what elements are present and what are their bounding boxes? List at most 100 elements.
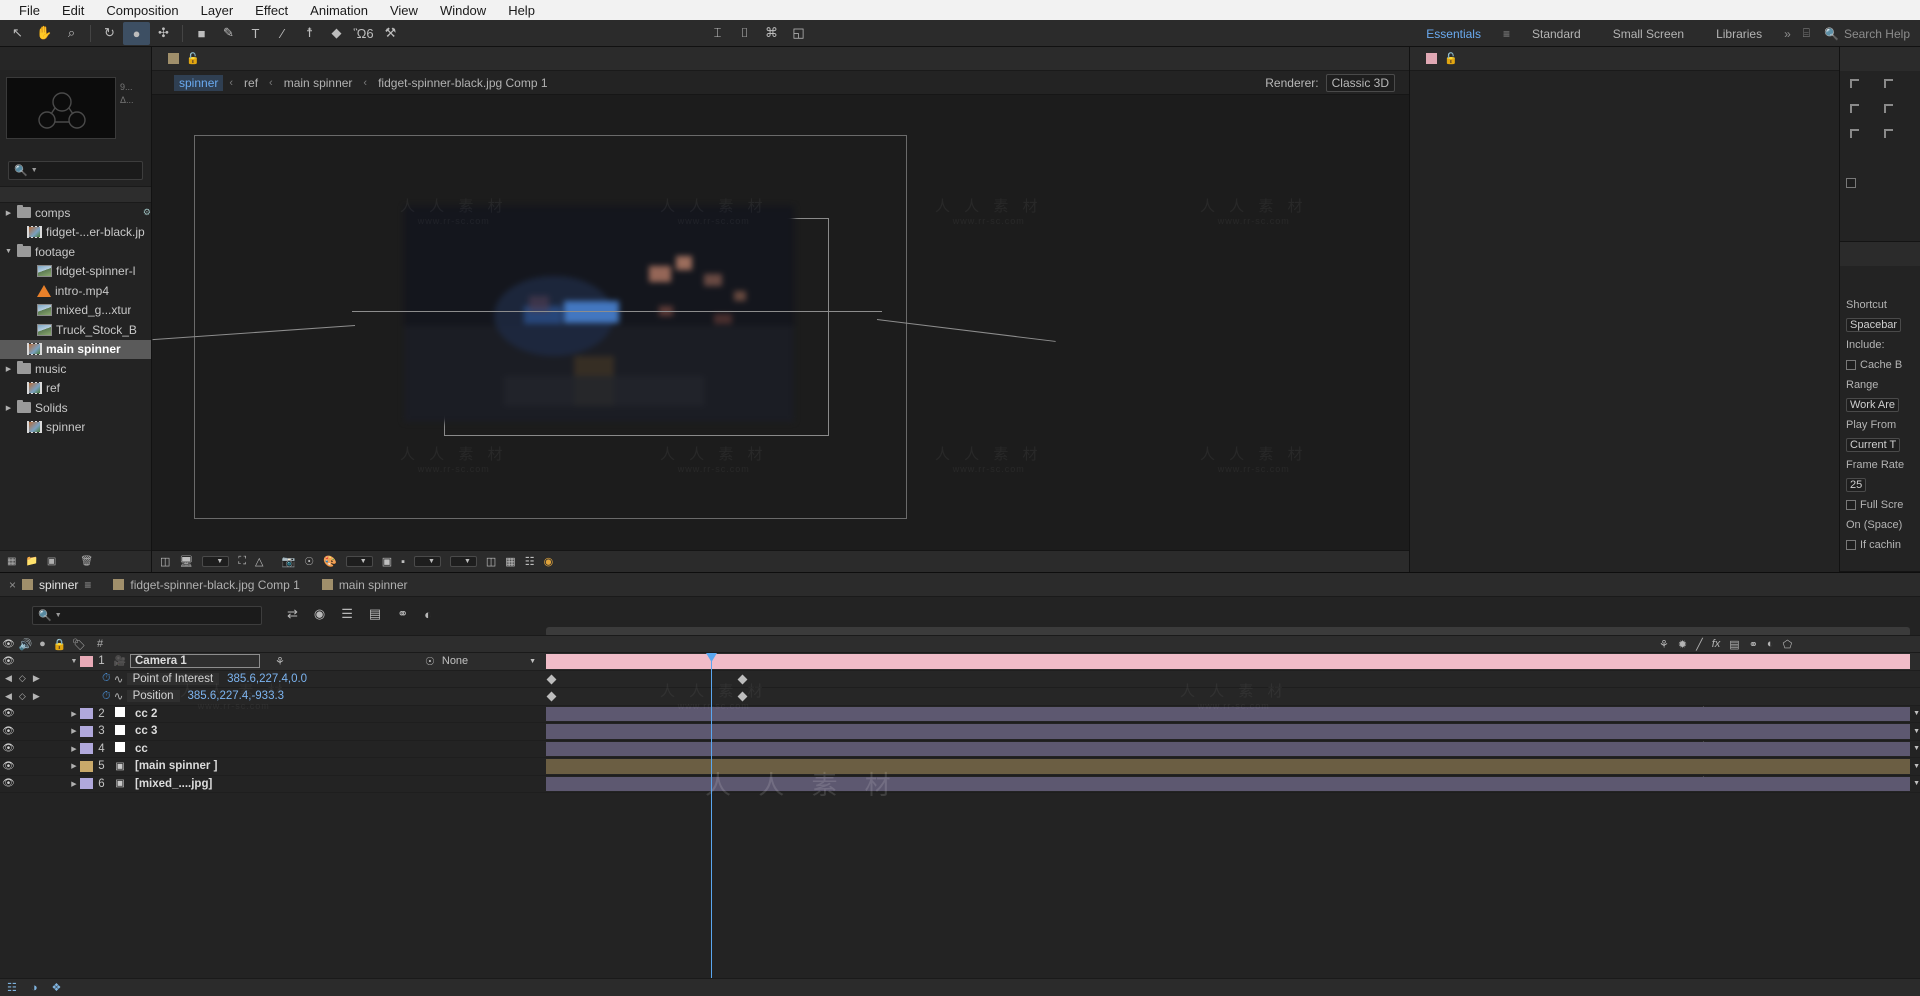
project-item[interactable]: ▶ Solids <box>0 398 151 418</box>
close-icon[interactable]: × <box>9 578 16 592</box>
preview-row-value[interactable]: Work Are <box>1846 398 1900 412</box>
ignore-checkbox[interactable] <box>1846 178 1856 188</box>
lock-icon[interactable]: 🔓 <box>186 52 200 65</box>
chevron-down-icon[interactable]: ▼ <box>1913 745 1920 752</box>
breadcrumb-item[interactable]: main spinner <box>279 75 358 91</box>
roto-brush-tool[interactable]: Ὣ6 <box>350 22 377 45</box>
layer-track[interactable] <box>546 653 1910 670</box>
editor-icon[interactable]: ⌸ <box>1797 26 1816 41</box>
layer-expand-triangle[interactable]: ▶ <box>68 727 80 735</box>
chevron-down-icon[interactable]: ▼ <box>1913 710 1920 717</box>
selection-tool[interactable]: ↖ <box>4 22 31 45</box>
project-item[interactable]: Truck_Stock_B <box>0 320 151 340</box>
distribute-tool[interactable]: ⌷ <box>731 22 758 45</box>
project-item[interactable]: intro-.mp4 <box>0 281 151 301</box>
next-keyframe-icon[interactable]: ▶ <box>33 691 40 702</box>
ignore-checkbox-row[interactable] <box>1846 173 1914 193</box>
shape-tool[interactable]: ■ <box>188 22 215 45</box>
chevron-down-icon[interactable]: ▼ <box>4 248 13 255</box>
motion-blur-icon[interactable]: ⚭ <box>397 606 408 622</box>
timeline-layer-row[interactable]: 👁▶3cc 3⚘╱fx◐☉None▼ <box>0 723 1920 741</box>
shy-icon[interactable]: ⚘ <box>275 655 285 668</box>
mask-shape-icon[interactable]: △ <box>255 555 263 568</box>
zoom-level-select[interactable]: ▼ <box>202 556 230 567</box>
workspace-libraries[interactable]: Libraries <box>1700 27 1778 41</box>
composition-viewer[interactable] <box>152 95 1409 550</box>
exposure-icon[interactable]: ◉ <box>544 555 554 568</box>
preview-row-value[interactable]: 25 <box>1846 478 1867 492</box>
layer-duration-bar[interactable] <box>546 654 1910 669</box>
snapshot-icon[interactable]: 📷 <box>281 555 295 568</box>
timeline-layer-row[interactable]: 👁▶5▣[main spinner ]⚘╱⬠☉None▼ <box>0 758 1920 776</box>
preview-checkbox[interactable] <box>1846 540 1856 550</box>
hand-tool[interactable]: ✋ <box>31 22 58 45</box>
lock-icon[interactable]: 🔓 <box>1444 52 1458 65</box>
draft-3d-icon[interactable]: ◉ <box>314 606 325 622</box>
rotation-tool[interactable]: ↻ <box>96 22 123 45</box>
stopwatch-icon[interactable]: ⏱ <box>102 672 111 685</box>
menu-item-help[interactable]: Help <box>497 3 546 18</box>
pan-behind-tool[interactable]: ✣ <box>150 22 177 45</box>
channel-icon[interactable]: 🎨 <box>323 555 337 568</box>
timeline-layer-rows[interactable]: 👁 ▼ 1 🎥 Camera 1 ⚘ ☉ None ▼ ◀ ◇ ▶ ⏱ ∿ Point of Interes… <box>0 653 1920 978</box>
menu-item-composition[interactable]: Composition <box>95 3 189 18</box>
timeline-layer-row[interactable]: 👁 ▼ 1 🎥 Camera 1 ⚘ ☉ None ▼ <box>0 653 1920 671</box>
align-tool[interactable]: ⌶ <box>704 22 731 45</box>
chevron-down-icon[interactable]: ▼ <box>1913 728 1920 735</box>
renderer-control[interactable]: Renderer: Classic 3D <box>1265 73 1409 92</box>
chevron-right-icon[interactable]: ▶ <box>4 404 13 412</box>
layer-track[interactable] <box>546 741 1910 758</box>
view-layout-select[interactable]: ▼ <box>449 556 477 567</box>
timeline-layer-row[interactable]: 👁▶2cc 2⚘╱fx◐☉None▼ <box>0 706 1920 723</box>
brush-tool[interactable]: ∕ <box>269 22 296 45</box>
workspace-standard[interactable]: Standard <box>1516 27 1597 41</box>
chevron-down-icon[interactable]: ▼ <box>529 658 536 665</box>
keyframe-toggle-icon[interactable]: ◇ <box>19 673 26 684</box>
menu-item-edit[interactable]: Edit <box>51 3 95 18</box>
search-help-input[interactable]: 🔍 Search Help <box>1816 27 1920 41</box>
layer-visibility-icon[interactable]: 👁 <box>0 708 17 719</box>
breadcrumb-item[interactable]: ref <box>239 75 263 91</box>
layer-duration-bar[interactable] <box>546 706 1910 721</box>
property-track[interactable] <box>546 688 1910 705</box>
timeline-tab[interactable]: main spinner <box>321 578 422 592</box>
layer-switches[interactable]: ⚘ <box>266 655 411 668</box>
layer-duration-bar[interactable] <box>546 759 1910 774</box>
preview-row-value[interactable]: Current T <box>1846 438 1901 452</box>
keyframe-toggle-icon[interactable]: ◇ <box>19 691 26 702</box>
chevron-down-icon[interactable]: ▼ <box>1913 780 1920 787</box>
menu-item-animation[interactable]: Animation <box>299 3 379 18</box>
eraser-tool[interactable]: ◆ <box>323 22 350 45</box>
orbit-camera-tool[interactable]: ● <box>123 21 150 45</box>
layer-color-swatch[interactable] <box>80 708 93 720</box>
timeline-property-row[interactable]: ◀ ◇ ▶ ⏱ ∿ Position 385.6,227.4,-933.3 <box>0 688 1920 706</box>
next-keyframe-icon[interactable]: ▶ <box>33 673 40 684</box>
layer-parent[interactable]: ☉ None ▼ <box>411 655 536 668</box>
preview-transport[interactable] <box>1840 266 1920 290</box>
parent-pickwhip-icon[interactable]: ☉ <box>425 655 435 668</box>
project-item[interactable]: spinner <box>0 418 151 438</box>
layer-visibility-icon[interactable]: 👁 <box>0 656 17 667</box>
project-settings-icon[interactable]: ▣ <box>47 556 56 567</box>
monitor-icon[interactable]: 🖥 <box>179 555 193 568</box>
timeline-tab[interactable]: × spinner ≡ <box>9 578 105 592</box>
workspace-small-screen[interactable]: Small Screen <box>1597 27 1700 41</box>
timeline-layer-row[interactable]: 👁▶6▣[mixed_....jpg]⚘╱⬠☉None▼ <box>0 776 1920 793</box>
layer-expand-triangle[interactable]: ▶ <box>68 780 80 788</box>
project-item-list[interactable]: ▶ comps ⚙ fidget-...er-black.jp ▼ footage fidg… <box>0 203 151 550</box>
layer-expand-triangle[interactable]: ▶ <box>68 745 80 753</box>
render-region-icon[interactable]: ◫ <box>160 555 170 568</box>
project-item[interactable]: ▶ music <box>0 359 151 379</box>
menu-item-window[interactable]: Window <box>429 3 497 18</box>
project-item[interactable]: ▶ comps ⚙ <box>0 203 151 223</box>
zoom-tool[interactable]: ⌕ <box>58 22 85 45</box>
layer-track[interactable] <box>546 723 1910 740</box>
snapping-tool[interactable]: ⌘ <box>758 22 785 45</box>
keyframe-navigator[interactable]: ◀ ◇ ▶ <box>0 691 60 702</box>
type-tool[interactable]: T <box>242 22 269 45</box>
delete-icon[interactable]: 🗑 <box>80 556 93 567</box>
keyframe-navigator[interactable]: ◀ ◇ ▶ <box>0 673 60 684</box>
pen-tool[interactable]: ✎ <box>215 22 242 45</box>
menu-item-effect[interactable]: Effect <box>244 3 299 18</box>
in-out-panel-icon[interactable]: ❖ <box>45 981 69 994</box>
